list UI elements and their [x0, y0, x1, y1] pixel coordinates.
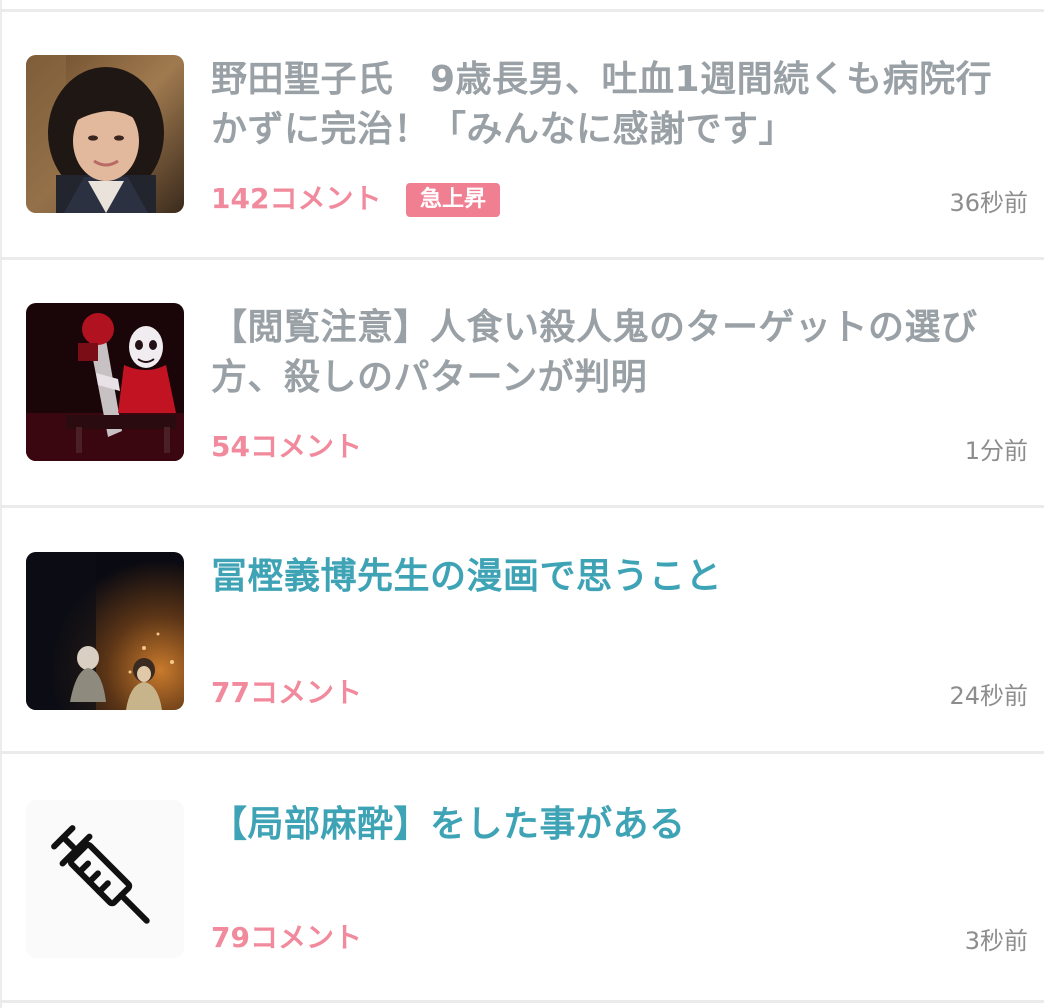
timestamp: 3秒前 [964, 927, 1028, 955]
timestamp: 1分前 [964, 437, 1028, 465]
horror-performer-photo-icon [26, 303, 184, 461]
divider [0, 257, 1044, 260]
article-thumbnail [26, 55, 184, 213]
article-thumbnail [26, 552, 184, 710]
syringe-icon [26, 800, 184, 958]
trending-badge: 急上昇 [406, 183, 501, 217]
article-title[interactable]: 【局部麻酔】をした事がある [211, 800, 1021, 850]
article-title[interactable]: 【閲覧注意】人食い殺人鬼のターゲットの選び方、殺しのパターンが判明 [211, 303, 1021, 403]
timestamp: 24秒前 [949, 682, 1028, 710]
comment-count: 79コメント [211, 921, 362, 954]
comment-count: 54コメント [211, 430, 362, 463]
article-item[interactable]: 冨樫義博先生の漫画で思うこと 77コメント 24秒前 [0, 552, 1044, 796]
timestamp: 36秒前 [949, 189, 1028, 217]
article-thumbnail [26, 800, 184, 958]
portrait-photo-icon [26, 55, 184, 213]
article-item[interactable]: 【局部麻酔】をした事がある 79コメント 3秒前 [0, 800, 1044, 1008]
divider [0, 505, 1044, 508]
manga-scene-image-icon [26, 552, 184, 710]
article-title[interactable]: 野田聖子氏 9歳長男、吐血1週間続くも病院行かずに完治！「みんなに感謝です」 [211, 55, 1021, 155]
article-item[interactable]: 野田聖子氏 9歳長男、吐血1週間続くも病院行かずに完治！「みんなに感謝です」 1… [0, 55, 1044, 299]
article-title[interactable]: 冨樫義博先生の漫画で思うこと [211, 552, 1021, 602]
article-list: 野田聖子氏 9歳長男、吐血1週間続くも病院行かずに完治！「みんなに感謝です」 1… [0, 0, 1044, 1008]
divider [0, 751, 1044, 754]
divider [0, 1000, 1044, 1003]
article-item[interactable]: 【閲覧注意】人食い殺人鬼のターゲットの選び方、殺しのパターンが判明 54コメント… [0, 303, 1044, 547]
comment-count: 77コメント [211, 676, 362, 709]
divider [0, 9, 1044, 12]
article-thumbnail [26, 303, 184, 461]
comment-count: 142コメント [211, 182, 382, 215]
